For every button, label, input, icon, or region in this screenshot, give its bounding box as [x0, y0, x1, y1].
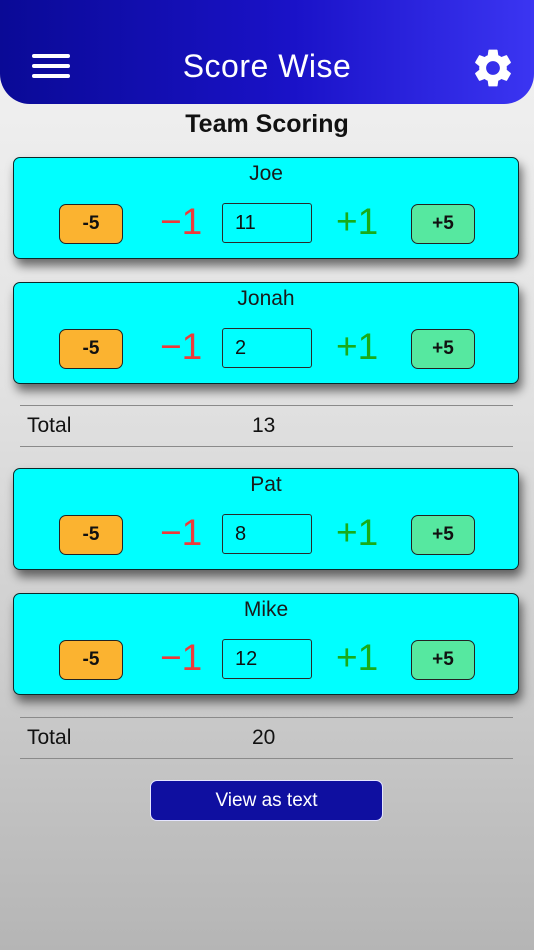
- minus-5-button[interactable]: -5: [59, 515, 123, 555]
- player-card: Jonah -5 −1 +1 +5: [13, 282, 519, 384]
- player-card: Mike -5 −1 +1 +5: [13, 593, 519, 695]
- player-name: Joe: [249, 162, 283, 185]
- minus-1-button[interactable]: −1: [160, 323, 202, 371]
- total-label: Total: [27, 414, 72, 437]
- plus-5-button[interactable]: +5: [411, 515, 475, 555]
- total-value: 13: [252, 414, 276, 437]
- minus-5-button[interactable]: -5: [59, 640, 123, 680]
- score-input[interactable]: [222, 639, 312, 679]
- minus-5-button[interactable]: -5: [59, 329, 123, 369]
- plus-5-button[interactable]: +5: [411, 640, 475, 680]
- player-card: Pat -5 −1 +1 +5: [13, 468, 519, 570]
- minus-1-button[interactable]: −1: [160, 509, 202, 557]
- plus-1-button[interactable]: +1: [336, 323, 378, 371]
- plus-1-button[interactable]: +1: [336, 509, 378, 557]
- plus-1-button[interactable]: +1: [336, 634, 378, 682]
- total-value: 20: [252, 726, 276, 749]
- total-label: Total: [27, 726, 72, 749]
- plus-1-button[interactable]: +1: [336, 198, 378, 246]
- team-total-row: Total 20: [20, 717, 513, 759]
- app-title: Score Wise: [182, 48, 352, 84]
- minus-1-button[interactable]: −1: [160, 634, 202, 682]
- player-name: Mike: [243, 598, 289, 621]
- page-title: Team Scoring: [185, 110, 349, 138]
- app-header: Score Wise: [0, 0, 534, 104]
- score-input[interactable]: [222, 328, 312, 368]
- minus-5-button[interactable]: -5: [59, 204, 123, 244]
- minus-1-button[interactable]: −1: [160, 198, 202, 246]
- player-name: Pat: [250, 473, 282, 496]
- plus-5-button[interactable]: +5: [411, 204, 475, 244]
- score-input[interactable]: [222, 514, 312, 554]
- player-card: Joe -5 −1 +1 +5: [13, 157, 519, 259]
- gear-icon[interactable]: [470, 45, 518, 91]
- plus-5-button[interactable]: +5: [411, 329, 475, 369]
- player-name: Jonah: [237, 287, 295, 310]
- view-as-text-button[interactable]: View as text: [150, 780, 383, 821]
- score-input[interactable]: [222, 203, 312, 243]
- team-total-row: Total 13: [20, 405, 513, 447]
